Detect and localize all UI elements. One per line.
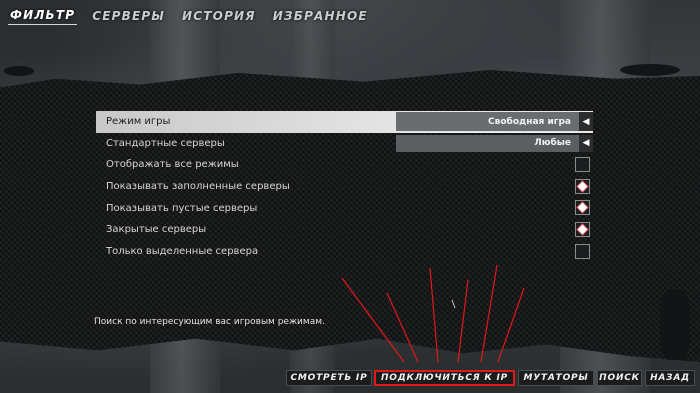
paint-splatter (4, 66, 34, 76)
selector-value: Свободная игра (488, 116, 571, 127)
checkbox-show-empty-servers[interactable] (575, 200, 590, 216)
tab-servers[interactable]: СЕРВЕРЫ (90, 7, 167, 25)
top-tabs: ФИЛЬТР СЕРВЕРЫ ИСТОРИЯ ИЗБРАННОЕ (8, 6, 370, 25)
option-label: Режим игры (106, 116, 171, 128)
checkbox-show-full-servers[interactable] (575, 178, 590, 194)
mutators-button[interactable]: МУТАТОРЫ (518, 370, 594, 386)
arrow-left-icon[interactable]: ◀ (579, 112, 593, 131)
connect-to-ip-button[interactable]: ПОДКЛЮЧИТЬСЯ К IP (374, 370, 515, 386)
checkbox-show-all-modes[interactable] (575, 157, 590, 173)
search-button[interactable]: ПОИСК (597, 370, 642, 386)
arrow-left-icon[interactable]: ◀ (579, 134, 593, 152)
check-mark-icon (577, 224, 588, 235)
option-standard-servers[interactable]: Стандартные серверы Любые ◀ (96, 133, 593, 155)
tab-favorites[interactable]: ИЗБРАННОЕ (271, 7, 370, 25)
paint-splatter (660, 290, 690, 360)
game-mode-selector[interactable]: Свободная игра ◀ (396, 112, 593, 131)
paint-splatter (620, 64, 680, 76)
option-label: Отображать все режимы (106, 159, 239, 171)
option-label: Закрытые серверы (106, 224, 207, 236)
option-game-mode[interactable]: Режим игры Свободная игра ◀ (96, 111, 593, 133)
option-dedicated-only[interactable]: Только выделенные сервера (96, 241, 593, 263)
bottom-toolbar: СМОТРЕТЬ IP ПОДКЛЮЧИТЬСЯ К IP МУТАТОРЫ П… (0, 362, 700, 393)
option-show-full-servers[interactable]: Показывать заполненные серверы (96, 176, 593, 198)
back-button[interactable]: НАЗАД (645, 370, 695, 386)
filter-options: Режим игры Свободная игра ◀ Стандартные … (96, 111, 593, 262)
standard-servers-selector[interactable]: Любые ◀ (396, 134, 593, 152)
option-description: Поиск по интересующим вас игровым режима… (94, 317, 325, 327)
option-label: Показывать заполненные серверы (106, 181, 290, 193)
option-show-empty-servers[interactable]: Показывать пустые серверы (96, 197, 593, 219)
checkbox-private-servers[interactable] (575, 221, 590, 237)
option-private-servers[interactable]: Закрытые серверы (96, 219, 593, 241)
checkbox-dedicated-only[interactable] (575, 243, 590, 259)
tab-filter[interactable]: ФИЛЬТР (8, 6, 78, 25)
option-label: Только выделенные сервера (106, 245, 259, 257)
option-label: Показывать пустые серверы (106, 202, 258, 214)
view-ip-button[interactable]: СМОТРЕТЬ IP (286, 370, 372, 386)
option-label: Стандартные серверы (106, 137, 225, 149)
check-mark-icon (577, 202, 588, 213)
check-mark-icon (577, 181, 588, 192)
tab-history[interactable]: ИСТОРИЯ (180, 7, 258, 25)
selector-value: Любые (534, 138, 571, 149)
option-show-all-modes[interactable]: Отображать все режимы (96, 154, 593, 176)
